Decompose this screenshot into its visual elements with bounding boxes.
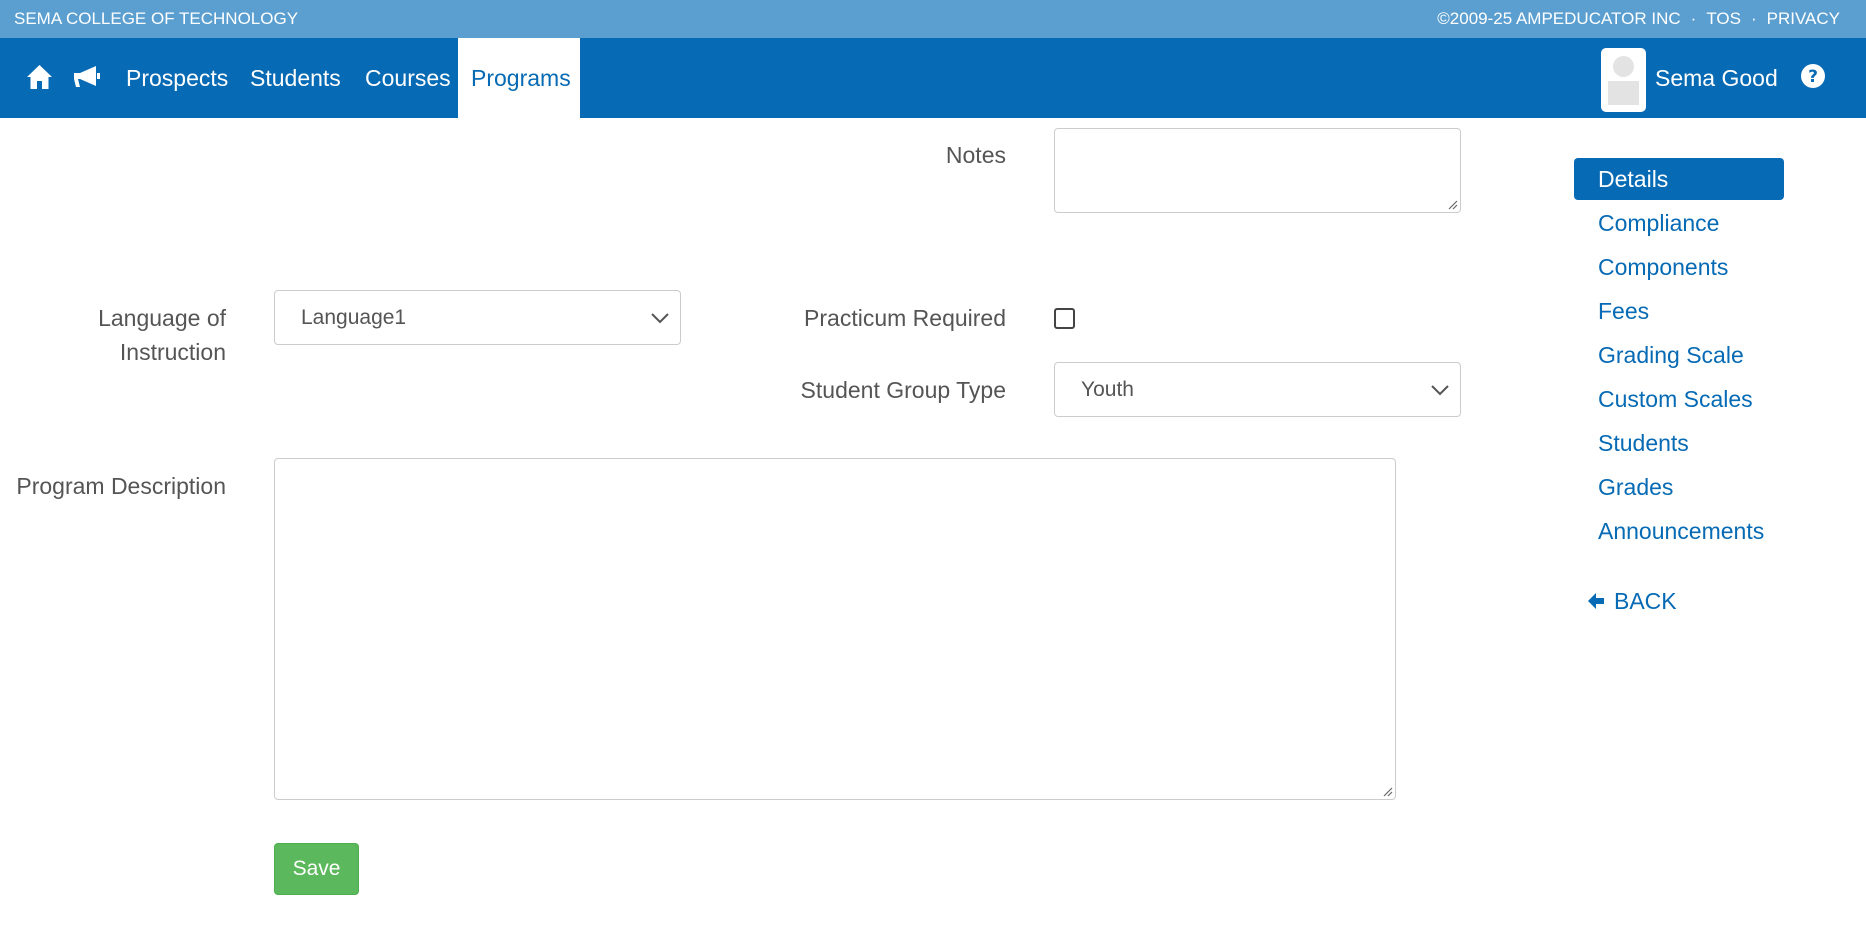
school-name: SEMA COLLEGE OF TECHNOLOGY bbox=[14, 9, 299, 28]
side-item-announcements[interactable]: Announcements bbox=[1574, 510, 1784, 552]
practicum-checkbox[interactable] bbox=[1054, 308, 1075, 329]
side-item-compliance[interactable]: Compliance bbox=[1574, 202, 1784, 244]
group-type-label: Student Group Type bbox=[800, 377, 1006, 403]
side-item-details[interactable]: Details bbox=[1574, 158, 1784, 200]
notes-label: Notes bbox=[945, 142, 1006, 168]
announcement-icon[interactable] bbox=[72, 62, 102, 92]
avatar-head-shape bbox=[1613, 56, 1634, 77]
side-item-grading-scale[interactable]: Grading Scale bbox=[1574, 334, 1784, 376]
side-item-grades[interactable]: Grades bbox=[1574, 466, 1784, 508]
side-item-custom-scales[interactable]: Custom Scales bbox=[1574, 378, 1784, 420]
resize-grip-icon[interactable] bbox=[1381, 785, 1393, 797]
nav-courses[interactable]: Courses bbox=[352, 38, 464, 118]
chevron-down-icon bbox=[1431, 385, 1449, 396]
footer-links: ©2009-25 AMPEDUCATOR INC · TOS · PRIVACY bbox=[1437, 9, 1840, 29]
chevron-down-icon bbox=[651, 313, 669, 324]
nav-prospects[interactable]: Prospects bbox=[113, 38, 241, 118]
tos-link[interactable]: TOS bbox=[1706, 9, 1741, 29]
privacy-link[interactable]: PRIVACY bbox=[1767, 9, 1840, 29]
language-selected-value: Language1 bbox=[301, 306, 407, 329]
group-type-select[interactable]: Youth bbox=[1054, 362, 1461, 417]
back-link[interactable]: BACK bbox=[1586, 583, 1677, 619]
side-item-students[interactable]: Students bbox=[1574, 422, 1784, 464]
language-label: Language of Instruction bbox=[20, 301, 226, 369]
language-label-line1: Language of bbox=[98, 305, 226, 331]
language-label-line2: Instruction bbox=[119, 339, 226, 365]
resize-grip-icon[interactable] bbox=[1446, 198, 1458, 210]
description-field[interactable] bbox=[274, 458, 1396, 800]
avatar-body-shape bbox=[1608, 81, 1639, 105]
svg-text:?: ? bbox=[1808, 67, 1818, 87]
group-type-selected-value: Youth bbox=[1081, 378, 1134, 401]
help-icon[interactable]: ? bbox=[1800, 63, 1826, 89]
separator: · bbox=[1750, 9, 1757, 28]
nav-programs[interactable]: Programs bbox=[458, 38, 580, 118]
arrow-left-icon bbox=[1588, 593, 1604, 609]
side-item-components[interactable]: Components bbox=[1574, 246, 1784, 288]
side-item-fees[interactable]: Fees bbox=[1574, 290, 1784, 332]
top-strip: SEMA COLLEGE OF TECHNOLOGY ©2009-25 AMPE… bbox=[0, 0, 1866, 38]
user-name[interactable]: Sema Good bbox=[1655, 38, 1778, 118]
separator: · bbox=[1690, 9, 1697, 28]
main-navbar: Prospects Students Courses Programs bbox=[0, 38, 1866, 118]
save-button[interactable]: Save bbox=[274, 843, 359, 895]
side-menu: Details Compliance Components Fees Gradi… bbox=[1574, 158, 1784, 554]
back-label: BACK bbox=[1614, 588, 1677, 614]
language-select[interactable]: Language1 bbox=[274, 290, 681, 345]
practicum-label: Practicum Required bbox=[804, 305, 1006, 331]
home-icon[interactable] bbox=[24, 62, 54, 92]
description-label: Program Description bbox=[16, 473, 226, 499]
notes-field[interactable] bbox=[1054, 128, 1461, 213]
avatar[interactable] bbox=[1601, 48, 1646, 112]
nav-students[interactable]: Students bbox=[237, 38, 354, 118]
copyright-text: ©2009-25 AMPEDUCATOR INC bbox=[1437, 9, 1681, 28]
